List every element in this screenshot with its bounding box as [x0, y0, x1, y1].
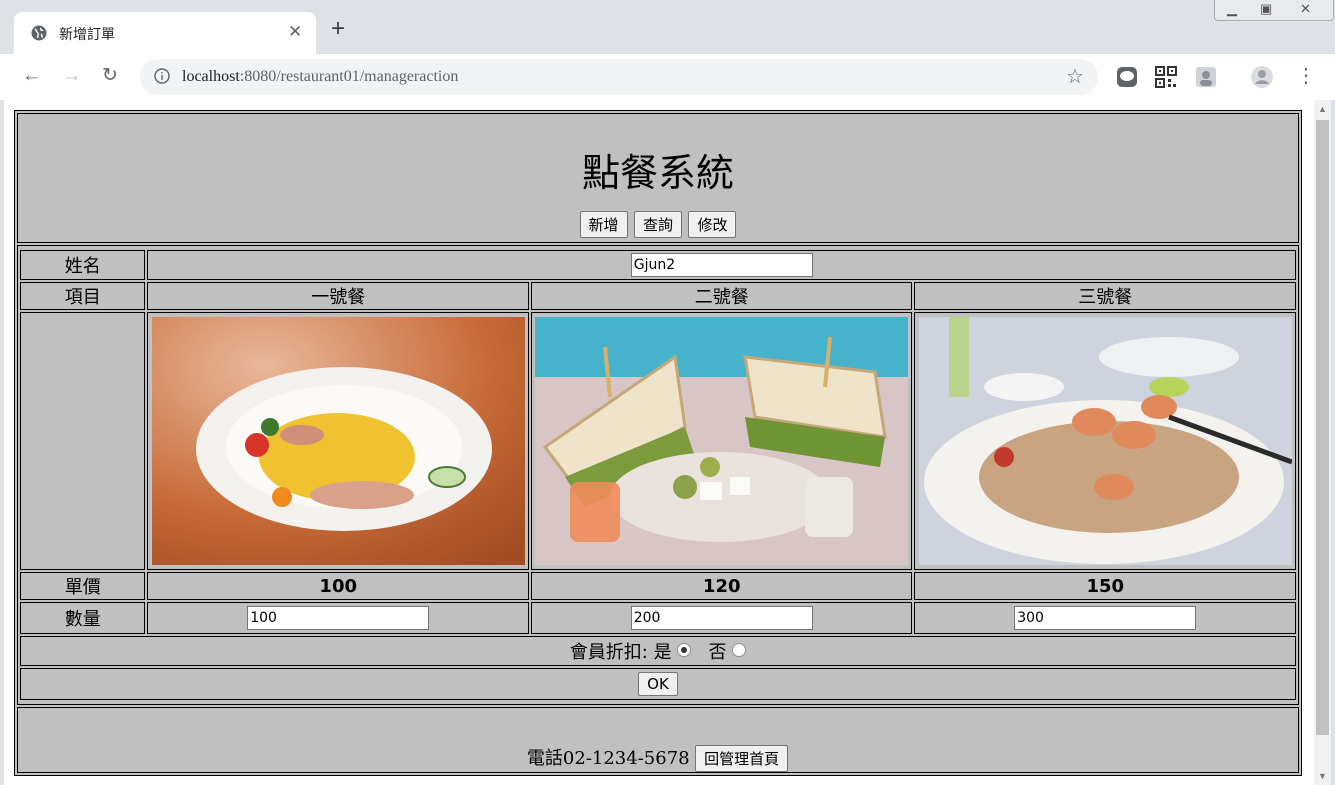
footer-phone: 電話02-1234-5678: [526, 748, 690, 769]
scroll-thumb[interactable]: [1316, 120, 1329, 735]
meal-3-image-cell: [914, 312, 1296, 570]
meal-2-quantity-input[interactable]: [630, 606, 813, 630]
meal-1-quantity-input[interactable]: [247, 606, 430, 630]
browser-tab[interactable]: 新增訂單 ✕: [14, 12, 316, 54]
discount-label: 會員折扣:: [569, 642, 648, 663]
more-menu-icon[interactable]: ⋮: [1296, 66, 1316, 86]
shrimp-pad-thai-image: [918, 317, 1292, 565]
pasta-plate-image: [151, 317, 525, 565]
qr-code-icon[interactable]: [1155, 66, 1177, 88]
meal-3-quantity-input[interactable]: [1014, 606, 1197, 630]
footer-cell: 電話02-1234-5678 回管理首頁: [17, 707, 1299, 773]
reload-icon[interactable]: ↻: [102, 66, 118, 86]
window-close-icon[interactable]: ✕: [1300, 1, 1311, 17]
page-container: 點餐系統 新增 查詢 修改 姓名 Gjun2 項目 一號餐 二號餐 三號餐 單價…: [14, 110, 1302, 776]
quantity-label: 數量: [20, 602, 146, 634]
submit-row: OK: [20, 668, 1296, 700]
layout-table: 點餐系統 新增 查詢 修改 姓名 Gjun2 項目 一號餐 二號餐 三號餐 單價…: [14, 110, 1302, 776]
header-cell: 點餐系統 新增 查詢 修改: [17, 113, 1299, 243]
url-path: :8080/restaurant01/manageraction: [239, 68, 459, 85]
query-button[interactable]: 查詢: [633, 211, 682, 238]
name-input[interactable]: [630, 253, 813, 277]
browser-toolbar: ← → ↻ localhost:8080/restaurant01/manage…: [0, 54, 1335, 100]
meal-3-quantity-cell: [914, 602, 1296, 634]
info-icon[interactable]: [154, 68, 170, 84]
image-label-cell: [20, 312, 146, 570]
account-avatar-icon[interactable]: [1251, 66, 1273, 88]
back-icon[interactable]: ←: [22, 66, 41, 86]
club-sandwich-image: [535, 317, 909, 565]
meal-2-image-cell: [530, 312, 913, 570]
edit-button[interactable]: 修改: [688, 211, 737, 238]
discount-yes-radio[interactable]: [677, 643, 692, 657]
restore-icon[interactable]: ▣: [1260, 1, 1272, 17]
meal-1-image-cell: [147, 312, 529, 570]
meal-2-price: 120: [530, 572, 913, 600]
item-label: 項目: [20, 282, 146, 310]
meal-3-price: 150: [914, 572, 1296, 600]
price-label: 單價: [20, 572, 146, 600]
meal-1-name: 一號餐: [147, 282, 529, 310]
globe-icon: [31, 25, 47, 41]
page-title: 點餐系統: [581, 151, 734, 195]
tab-strip: 新增訂單 ✕ + ▁ ▣ ✕: [0, 0, 1335, 54]
ok-button[interactable]: OK: [638, 672, 678, 696]
line-extension-icon[interactable]: [1116, 66, 1138, 88]
discount-no-label: 否: [708, 642, 727, 663]
new-tab-icon[interactable]: +: [331, 17, 345, 41]
name-label: 姓名: [20, 250, 146, 280]
window-controls: ▁ ▣ ✕: [1214, 0, 1334, 21]
meal-2-name: 二號餐: [530, 282, 913, 310]
order-form-table: 姓名 項目 一號餐 二號餐 三號餐: [18, 248, 1298, 702]
meal-1-quantity-cell: [147, 602, 529, 634]
scroll-down-icon[interactable]: ▼: [1318, 771, 1327, 781]
url-host: localhost: [182, 68, 240, 85]
forward-icon[interactable]: →: [62, 66, 81, 86]
vertical-scrollbar[interactable]: ▲ ▼: [1314, 100, 1331, 785]
url-text[interactable]: localhost:8080/restaurant01/manageractio…: [182, 68, 458, 86]
tab-title: 新增訂單: [59, 27, 115, 43]
scroll-up-icon[interactable]: ▲: [1318, 104, 1327, 114]
discount-row: 會員折扣: 是 否: [20, 636, 1296, 666]
page-viewport: 點餐系統 新增 查詢 修改 姓名 Gjun2 項目 一號餐 二號餐 三號餐 單價…: [4, 100, 1331, 785]
discount-no-radio[interactable]: [732, 643, 747, 657]
meal-3-name: 三號餐: [914, 282, 1296, 310]
order-form-cell: 姓名 項目 一號餐 二號餐 三號餐: [17, 245, 1299, 705]
meal-1-price: 100: [147, 572, 529, 600]
bookmark-star-icon[interactable]: ☆: [1066, 64, 1084, 89]
name-field-cell: [147, 250, 1296, 280]
profile-extension-icon[interactable]: [1195, 66, 1217, 88]
minimize-icon[interactable]: ▁: [1227, 1, 1237, 17]
add-button[interactable]: 新增: [579, 211, 628, 238]
address-bar[interactable]: localhost:8080/restaurant01/manageractio…: [140, 59, 1098, 95]
back-to-admin-button[interactable]: 回管理首頁: [695, 745, 789, 772]
discount-yes-label: 是: [653, 642, 672, 663]
meal-2-quantity-cell: [530, 602, 913, 634]
close-tab-icon[interactable]: ✕: [288, 22, 302, 42]
